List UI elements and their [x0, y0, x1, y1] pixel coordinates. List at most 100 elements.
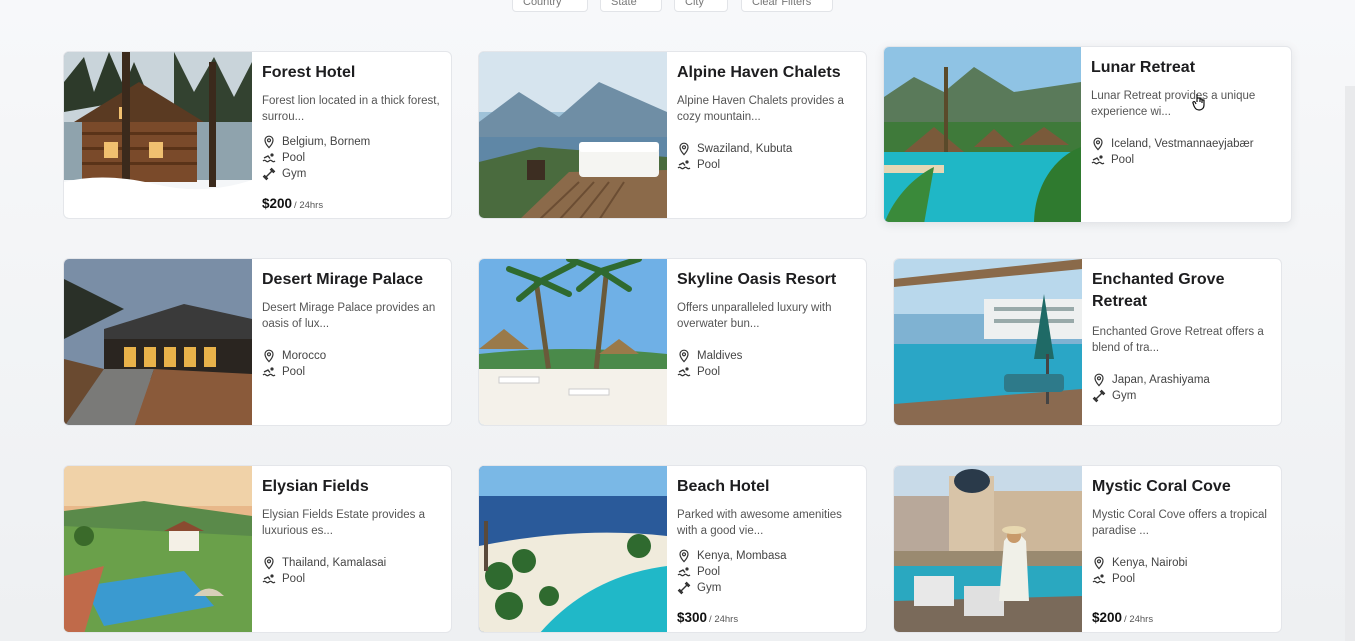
hotel-meta: Kenya, Nairobi Pool [1092, 555, 1271, 587]
hotel-description: Offers unparalleled luxury with overwate… [677, 302, 832, 330]
hotel-info: Skyline Oasis Resort Offers unparalleled … [667, 259, 866, 425]
hotel-title[interactable]: Forest Hotel [262, 62, 441, 84]
map-pin-icon [679, 349, 689, 363]
hotel-info: Alpine Haven Chalets Alpine Haven Chalets… [667, 52, 866, 218]
hotel-title[interactable]: Alpine Haven Chalets [677, 62, 856, 84]
amenity-row: Gym [1092, 388, 1271, 404]
map-pin-icon [264, 135, 274, 149]
hotel-title[interactable]: Elysian Fields [262, 476, 441, 498]
location-text: Maldives [697, 350, 743, 362]
hotel-info: Lunar Retreat Lunar Retreat provides a un… [1081, 47, 1291, 222]
map-pin-icon [1094, 556, 1104, 570]
hotel-photo[interactable] [64, 466, 252, 632]
location-row: Belgium, Bornem [262, 134, 441, 150]
hotel-title[interactable]: Enchanted Grove Retreat [1092, 269, 1271, 313]
hotel-photo[interactable] [64, 52, 252, 218]
location-row: Swaziland, Kubuta [677, 141, 856, 157]
hotel-title[interactable]: Desert Mirage Palace [262, 269, 441, 291]
price-label: $200/ 24hrs [262, 196, 323, 211]
location-row: Iceland, Vestmannaeyjabær [1091, 136, 1281, 152]
hotel-card[interactable]: Desert Mirage Palace Desert Mirage Palace… [63, 258, 452, 426]
hotel-card[interactable]: Skyline Oasis Resort Offers unparalleled … [478, 258, 867, 426]
amenity-row: Gym [677, 580, 856, 596]
location-text: Japan, Arashiyama [1112, 374, 1210, 386]
hotel-card[interactable]: Mystic Coral Cove Mystic Coral Cove offer… [893, 465, 1282, 633]
amenity-label: Pool [697, 159, 721, 171]
price-amount: $200 [1092, 610, 1123, 625]
hotel-photo[interactable] [64, 259, 252, 425]
hotel-title[interactable]: Mystic Coral Cove [1092, 476, 1271, 498]
amenity-row: Pool [262, 364, 441, 380]
location-text: Swaziland, Kubuta [697, 143, 793, 155]
hotel-card[interactable]: Alpine Haven Chalets Alpine Haven Chalets… [478, 51, 867, 219]
hotel-description: Alpine Haven Chalets provides a cozy mou… [677, 95, 844, 123]
location-row: Morocco [262, 348, 441, 364]
dumbbell-icon [1092, 389, 1106, 403]
hotel-photo[interactable] [894, 466, 1082, 632]
location-text: Kenya, Nairobi [1112, 557, 1188, 569]
hotel-meta: Thailand, Kamalasai Pool [262, 555, 441, 587]
hotel-photo[interactable] [884, 47, 1081, 222]
hotel-meta: Morocco Pool [262, 348, 441, 380]
location-row: Maldives [677, 348, 856, 364]
hotel-meta: Iceland, Vestmannaeyjabær Pool [1091, 136, 1281, 168]
hotel-card[interactable]: Beach Hotel Parked with awesome amenities… [478, 465, 867, 633]
amenity-row: Pool [677, 364, 856, 380]
amenity-row: Pool [262, 150, 441, 166]
hotel-description: Elysian Fields Estate provides a luxurio… [262, 509, 425, 537]
amenity-label: Pool [282, 573, 306, 585]
swimmer-icon [262, 574, 276, 584]
dumbbell-icon [677, 581, 691, 595]
hotel-title[interactable]: Skyline Oasis Resort [677, 269, 856, 291]
hotel-photo[interactable] [479, 52, 667, 218]
hotel-description: Mystic Coral Cove offers a tropical para… [1092, 509, 1267, 537]
hotel-meta: Swaziland, Kubuta Pool [677, 141, 856, 173]
swimmer-icon [1091, 155, 1105, 165]
hotel-photo[interactable] [894, 259, 1082, 425]
hotel-title[interactable]: Lunar Retreat [1091, 57, 1281, 79]
location-row: Japan, Arashiyama [1092, 372, 1271, 388]
amenity-label: Pool [697, 366, 721, 378]
hotel-meta: Japan, Arashiyama Gym [1092, 372, 1271, 404]
amenity-label: Gym [282, 168, 307, 180]
amenity-label: Pool [697, 566, 721, 578]
location-text: Iceland, Vestmannaeyjabær [1111, 138, 1254, 150]
swimmer-icon [677, 567, 691, 577]
swimmer-icon [677, 160, 691, 170]
price-label: $300/ 24hrs [677, 610, 738, 625]
amenity-row: Pool [1092, 571, 1271, 587]
location-row: Kenya, Mombasa [677, 548, 856, 564]
amenity-row: Pool [1091, 152, 1281, 168]
hotel-description: Parked with awesome amenities with a goo… [677, 509, 842, 537]
hotel-meta: Maldives Pool [677, 348, 856, 380]
price-period: / 24hrs [294, 200, 324, 211]
hotel-meta: Kenya, Mombasa Pool Gym [677, 548, 856, 596]
hotel-card[interactable]: Enchanted Grove Retreat Enchanted Grove R… [893, 258, 1282, 426]
swimmer-icon [262, 153, 276, 163]
location-row: Kenya, Nairobi [1092, 555, 1271, 571]
hotel-description: Desert Mirage Palace provides an oasis o… [262, 302, 436, 330]
swimmer-icon [677, 367, 691, 377]
price-amount: $200 [262, 196, 293, 211]
hotel-meta: Belgium, Bornem Pool Gym [262, 134, 441, 182]
amenity-label: Gym [1112, 390, 1137, 402]
hotel-photo[interactable] [479, 259, 667, 425]
location-text: Belgium, Bornem [282, 136, 371, 148]
location-row: Thailand, Kamalasai [262, 555, 441, 571]
hotel-description: Forest lion located in a thick forest, s… [262, 95, 440, 123]
hotel-title[interactable]: Beach Hotel [677, 476, 856, 498]
amenity-label: Pool [1111, 154, 1135, 166]
amenity-label: Gym [697, 582, 722, 594]
map-pin-icon [264, 556, 274, 570]
hotel-card[interactable]: Elysian Fields Elysian Fields Estate prov… [63, 465, 452, 633]
hotel-description: Lunar Retreat provides a unique experien… [1091, 90, 1256, 118]
price-period: / 24hrs [709, 614, 739, 625]
hotel-photo[interactable] [479, 466, 667, 632]
hotel-card[interactable]: Forest Hotel Forest lion located in a thi… [63, 51, 452, 219]
price-amount: $300 [677, 610, 708, 625]
hotel-info: Mystic Coral Cove Mystic Coral Cove offer… [1082, 466, 1281, 632]
amenity-label: Pool [282, 366, 306, 378]
map-pin-icon [264, 349, 274, 363]
hotel-card[interactable]: Lunar Retreat Lunar Retreat provides a un… [883, 46, 1292, 223]
location-text: Morocco [282, 350, 327, 362]
